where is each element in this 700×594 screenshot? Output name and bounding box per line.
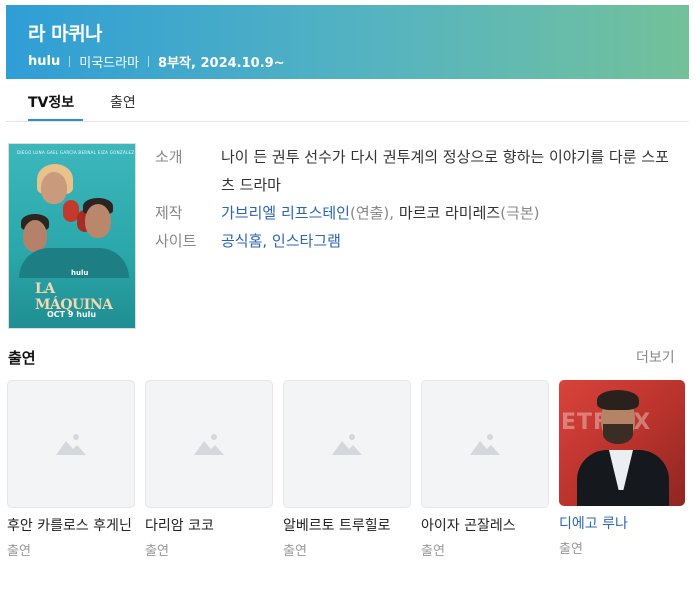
- poster-title: LA MÁQUINA: [35, 281, 113, 313]
- meta-separator: [148, 56, 150, 67]
- tab-tv-info[interactable]: TV정보: [28, 92, 74, 112]
- production-label: 제작: [155, 204, 183, 222]
- cast-section-title: 출연: [8, 349, 36, 367]
- writer-name[interactable]: 마르코 라미레즈: [399, 204, 500, 222]
- poster-figure-face: [41, 172, 67, 204]
- poster-credits: DIEGO LUNA GAEL GARCÍA BERNAL EIZA GONZÁ…: [17, 150, 135, 155]
- genre: 미국드라마: [79, 56, 140, 71]
- show-poster[interactable]: DIEGO LUNA GAEL GARCÍA BERNAL EIZA GONZÁ…: [8, 143, 136, 329]
- synopsis-label: 소개: [155, 148, 183, 166]
- active-tab-indicator: [28, 119, 83, 121]
- poster-date: OCT 9 hulu: [47, 310, 97, 319]
- cast-role: 출연: [421, 544, 445, 559]
- writer-role: (극본): [500, 204, 540, 222]
- cast-name[interactable]: 디에고 루나: [559, 515, 687, 534]
- more-link[interactable]: 더보기: [636, 347, 675, 367]
- site-label: 사이트: [155, 232, 197, 250]
- cast-card[interactable]: ETFLIX 디에고 루나 출연: [559, 380, 687, 557]
- tab-bar: TV정보 출연: [6, 79, 689, 122]
- cast-card[interactable]: 다리암 코코 출연: [145, 380, 273, 559]
- cast-role: 출연: [145, 544, 169, 559]
- cast-photo-placeholder[interactable]: [283, 380, 411, 508]
- cast-name[interactable]: 후안 카를로스 후게닌: [7, 517, 135, 536]
- page-title: 라 마퀴나: [28, 23, 103, 45]
- synopsis-text: 나이 든 권투 선수가 다시 권투계의 정상으로 향하는 이야기를 다룬 스포츠…: [221, 148, 669, 194]
- cast-name[interactable]: 다리암 코코: [145, 517, 273, 536]
- show-meta: hulu 미국드라마 8부작, 2024.10.9~: [28, 52, 285, 71]
- image-placeholder-icon: [332, 434, 362, 455]
- director-role: (연출),: [349, 204, 399, 222]
- photo-hair: [597, 390, 639, 410]
- cast-photo-placeholder[interactable]: [145, 380, 273, 508]
- cast-name[interactable]: 아이자 곤잘레스: [421, 517, 549, 536]
- image-placeholder-icon: [56, 434, 86, 455]
- image-placeholder-icon: [470, 434, 500, 455]
- poster-figure-face: [23, 220, 47, 252]
- cast-role: 출연: [559, 542, 583, 557]
- production-value: 가브리엘 리프스테인(연출), 마르코 라미레즈(극본): [221, 199, 540, 227]
- cast-card[interactable]: 후안 카를로스 후게닌 출연: [7, 380, 135, 559]
- poster-brand: hulu: [71, 269, 89, 277]
- cast-role: 출연: [7, 544, 31, 559]
- cast-role: 출연: [283, 544, 307, 559]
- title-banner: 라 마퀴나 hulu 미국드라마 8부작, 2024.10.9~: [6, 5, 689, 79]
- image-placeholder-icon: [194, 434, 224, 455]
- photo-beard: [603, 424, 633, 444]
- cast-photo-placeholder[interactable]: [421, 380, 549, 508]
- site-links[interactable]: 공식홈, 인스타그램: [221, 227, 341, 255]
- cast-photo[interactable]: ETFLIX: [559, 380, 685, 506]
- network-name: hulu: [28, 54, 61, 69]
- poster-figure-face: [85, 204, 111, 238]
- tab-cast[interactable]: 출연: [110, 92, 136, 112]
- cast-photo-placeholder[interactable]: [7, 380, 135, 508]
- cast-name[interactable]: 알베르토 트루힐로: [283, 517, 411, 536]
- meta-separator: [69, 56, 71, 67]
- director-link[interactable]: 가브리엘 리프스테인: [221, 204, 350, 222]
- cast-card[interactable]: 알베르토 트루힐로 출연: [283, 380, 411, 559]
- episodes-date: 8부작, 2024.10.9~: [158, 56, 285, 71]
- cast-card[interactable]: 아이자 곤잘레스 출연: [421, 380, 549, 559]
